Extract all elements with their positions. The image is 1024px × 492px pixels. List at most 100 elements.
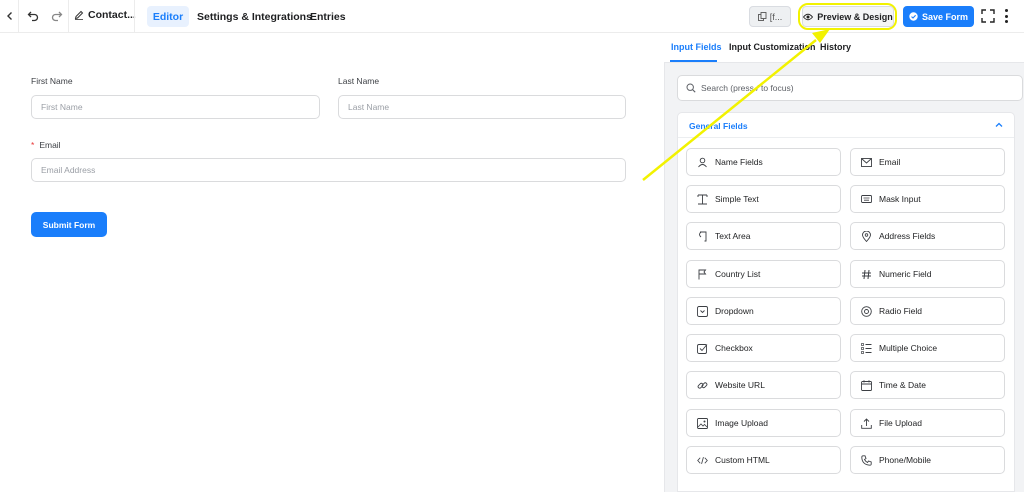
submit-form-button[interactable]: Submit Form [31, 212, 107, 237]
divider [134, 0, 135, 33]
email-placeholder: Email Address [41, 165, 96, 175]
field-label: Mask Input [879, 194, 921, 204]
last-name-label: Last Name [338, 76, 380, 86]
envelope-icon [861, 157, 872, 168]
text-cursor-icon [697, 194, 708, 205]
field-label: File Upload [879, 418, 922, 428]
field-country-list[interactable]: Country List [686, 260, 841, 288]
field-label: Radio Field [879, 306, 922, 316]
more-options-icon[interactable] [1003, 8, 1009, 24]
link-icon [697, 380, 708, 391]
tab-history[interactable]: History [820, 42, 851, 52]
redo-icon[interactable] [49, 8, 65, 24]
field-phone-mobile[interactable]: Phone/Mobile [850, 446, 1005, 474]
field-label: Website URL [715, 380, 765, 390]
field-label: Phone/Mobile [879, 455, 931, 465]
keyboard-icon [861, 194, 872, 205]
phone-icon [861, 454, 872, 466]
save-form-label: Save Form [921, 11, 969, 22]
checkbox-icon [697, 343, 708, 354]
field-label: Checkbox [715, 343, 753, 353]
save-form-button[interactable]: Save Form [903, 6, 974, 27]
form-title[interactable]: Contact... [74, 9, 136, 21]
calendar-icon [861, 379, 872, 391]
email-label: * Email [31, 140, 61, 150]
field-label: Address Fields [879, 231, 936, 241]
list-icon [861, 342, 872, 354]
field-label: Numeric Field [879, 269, 932, 279]
form-title-text: Contact... [88, 9, 136, 21]
shortcode-button[interactable]: [f... [749, 6, 791, 27]
paragraph-icon [697, 231, 708, 242]
tab-entries[interactable]: Entries [310, 6, 346, 27]
last-name-input[interactable]: Last Name [338, 95, 626, 119]
field-name-fields[interactable]: Name Fields [686, 148, 841, 176]
flag-icon [697, 269, 708, 280]
field-website-url[interactable]: Website URL [686, 371, 841, 399]
hash-icon [861, 269, 872, 280]
field-search-input[interactable]: Search (press / to focus) [677, 75, 1023, 101]
preview-design-button[interactable]: Preview & Design [802, 6, 894, 27]
pencil-icon [74, 10, 84, 20]
general-fields-title[interactable]: General Fields [689, 121, 748, 131]
preview-design-label: Preview & Design [817, 11, 893, 22]
undo-icon[interactable] [25, 8, 41, 24]
field-label: Simple Text [715, 194, 759, 204]
shortcode-label: [f... [769, 11, 783, 22]
field-label: Text Area [715, 231, 751, 241]
field-label: Name Fields [715, 157, 763, 167]
field-label: Custom HTML [715, 455, 770, 465]
radio-icon [861, 305, 872, 317]
dropdown-icon [697, 305, 708, 317]
tab-input-fields[interactable]: Input Fields [671, 42, 722, 52]
chevron-left-icon[interactable] [2, 8, 18, 24]
upload-icon [861, 417, 872, 429]
field-dropdown[interactable]: Dropdown [686, 297, 841, 325]
first-name-input[interactable]: First Name [31, 95, 320, 119]
field-label: Time & Date [879, 380, 926, 390]
field-email[interactable]: Email [850, 148, 1005, 176]
field-custom-html[interactable]: Custom HTML [686, 446, 841, 474]
search-placeholder: Search (press / to focus) [701, 83, 794, 93]
field-label: Multiple Choice [879, 343, 938, 353]
field-image-upload[interactable]: Image Upload [686, 409, 841, 437]
field-numeric-field[interactable]: Numeric Field [850, 260, 1005, 288]
required-asterisk: * [31, 140, 35, 150]
first-name-label: First Name [31, 76, 73, 86]
chevron-up-icon[interactable] [994, 120, 1004, 130]
field-file-upload[interactable]: File Upload [850, 409, 1005, 437]
email-input[interactable]: Email Address [31, 158, 626, 182]
field-label: Image Upload [715, 418, 768, 428]
map-pin-icon [861, 230, 872, 242]
search-icon [686, 83, 696, 93]
user-icon [697, 157, 708, 168]
field-multiple-choice[interactable]: Multiple Choice [850, 334, 1005, 362]
panel-tabs: Input Fields Input Customization History [664, 33, 1024, 63]
copy-icon [757, 12, 767, 21]
top-toolbar: Contact... Editor Settings & Integration… [0, 0, 1024, 33]
tab-editor[interactable]: Editor [147, 6, 189, 27]
image-icon [697, 417, 708, 429]
field-label: Email [879, 157, 901, 167]
divider [18, 0, 19, 33]
tab-input-customization[interactable]: Input Customization [729, 42, 816, 52]
check-circle-icon [909, 12, 918, 21]
code-icon [697, 455, 708, 466]
field-label: Country List [715, 269, 761, 279]
divider [678, 137, 1014, 138]
eye-icon [803, 13, 814, 20]
divider [68, 0, 69, 33]
field-time-date[interactable]: Time & Date [850, 371, 1005, 399]
fullscreen-icon[interactable] [981, 9, 995, 23]
field-address-fields[interactable]: Address Fields [850, 222, 1005, 250]
last-name-placeholder: Last Name [348, 102, 390, 112]
active-tab-indicator [670, 60, 717, 62]
field-text-area[interactable]: Text Area [686, 222, 841, 250]
tab-settings-integrations[interactable]: Settings & Integrations [197, 6, 312, 27]
first-name-placeholder: First Name [41, 102, 83, 112]
field-checkbox[interactable]: Checkbox [686, 334, 841, 362]
field-simple-text[interactable]: Simple Text [686, 185, 841, 213]
field-mask-input[interactable]: Mask Input [850, 185, 1005, 213]
field-radio-field[interactable]: Radio Field [850, 297, 1005, 325]
field-label: Dropdown [715, 306, 754, 316]
